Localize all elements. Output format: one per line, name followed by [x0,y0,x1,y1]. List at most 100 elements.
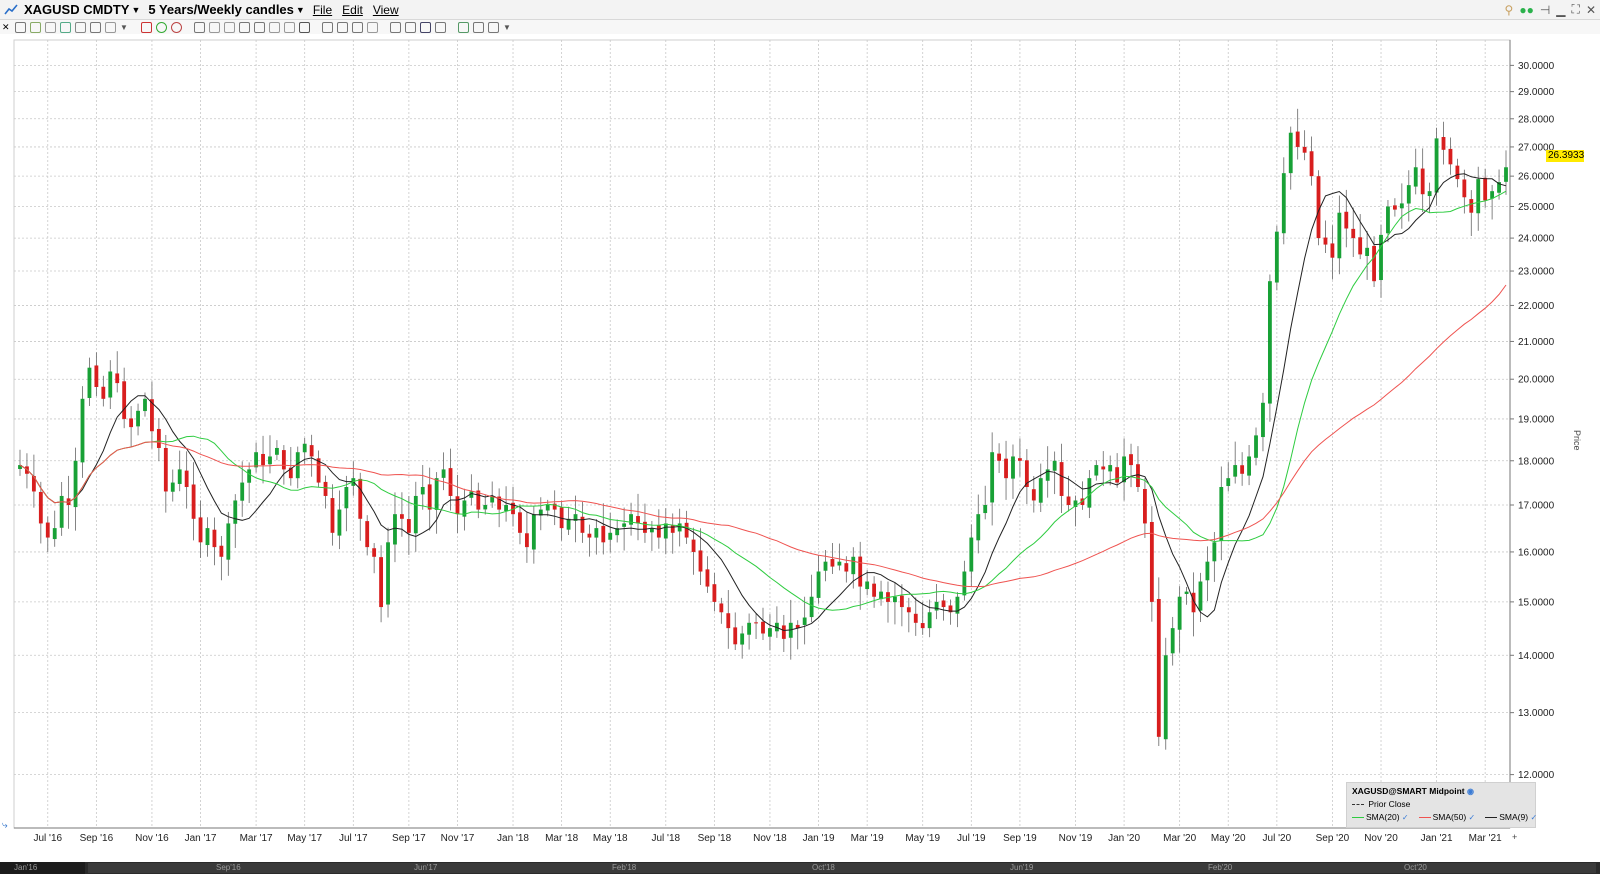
minimize-icon[interactable]: ▁ [1556,3,1565,17]
candle-body[interactable] [1018,458,1022,461]
candle-body[interactable] [170,482,175,492]
candle-body[interactable] [733,627,738,645]
candle-body[interactable] [38,491,43,524]
candle-body[interactable] [691,539,696,552]
dock-icon[interactable]: ⊣ [1540,3,1550,17]
pin-icon[interactable]: ⚲ [1505,3,1514,17]
candle-body[interactable] [330,498,335,533]
candle-body[interactable] [1170,628,1175,654]
candle-body[interactable] [108,371,113,398]
candle-body[interactable] [1247,456,1251,476]
candle-body[interactable] [302,443,307,453]
candle-body[interactable] [656,525,661,538]
dropdown-icon[interactable]: ▼ [503,23,512,32]
circle-icon[interactable] [156,21,167,33]
candle-body[interactable] [1441,137,1446,150]
candle-body[interactable] [740,633,745,645]
candle-body[interactable] [1108,465,1113,472]
candle-body[interactable] [719,603,724,613]
candle-body[interactable] [1455,165,1460,180]
candle-body[interactable] [1136,464,1140,488]
candle-body[interactable] [934,601,939,611]
candle-body[interactable] [177,469,182,484]
candle-body[interactable] [754,622,758,624]
zoom-out-icon[interactable] [352,21,363,33]
close-icon[interactable]: ✕ [2,22,11,32]
candle-body[interactable] [1094,465,1099,476]
crosshair-icon[interactable] [15,21,26,33]
candle-body[interactable] [1337,212,1342,259]
candle-body[interactable] [837,561,842,566]
candle-body[interactable] [781,625,786,639]
candle-body[interactable] [1483,177,1488,201]
candle-body[interactable] [73,460,78,508]
candle-body[interactable] [1399,203,1404,209]
candle-body[interactable] [1254,435,1258,458]
candle-body[interactable] [122,381,127,419]
symbol-dropdown-icon[interactable]: ▼ [131,5,140,15]
candle-body[interactable] [45,522,50,538]
candle-body[interactable] [913,613,918,623]
candle-body[interactable] [504,505,508,512]
candle-body[interactable] [1330,243,1335,258]
candle-body[interactable] [629,514,633,525]
candle-body[interactable] [1351,228,1356,239]
candle-body[interactable] [920,623,925,629]
zoom-in-icon[interactable] [337,21,348,33]
candle-body[interactable] [386,542,390,605]
candle-body[interactable] [1476,179,1481,214]
candle-body[interactable] [184,470,189,488]
undo-icon[interactable] [209,21,220,33]
legend-settings-icon[interactable]: ◉ [1467,787,1474,796]
candle-body[interactable] [1281,173,1286,234]
candle-body[interactable] [205,528,210,546]
candle-body[interactable] [906,607,911,613]
candle-body[interactable] [59,495,64,528]
legend-study-sma20[interactable]: SMA(20) ✓ [1352,812,1409,822]
candle-body[interactable] [400,514,404,519]
text-icon[interactable] [194,21,205,33]
candle-body[interactable] [726,613,731,629]
candle-body[interactable] [136,410,140,427]
candle-body[interactable] [1115,467,1120,483]
candle-body[interactable] [1392,205,1397,210]
candle-body[interactable] [427,484,432,510]
candle-body[interactable] [601,525,606,543]
candle-body[interactable] [1261,402,1265,438]
link-icon[interactable]: ●● [1519,3,1534,17]
candle-body[interactable] [261,453,265,466]
redo-icon[interactable] [284,21,295,33]
candle-body[interactable] [983,505,988,514]
candle-body[interactable] [1504,167,1508,182]
redo-icon[interactable] [224,21,235,33]
scrollbar-left-track[interactable] [0,862,85,874]
candle-body[interactable] [636,516,640,524]
candle-body[interactable] [518,512,522,533]
candle-body[interactable] [379,557,383,608]
settings-icon[interactable] [75,21,86,33]
axis-arrow-icon[interactable]: ⤷ [2,820,8,831]
candle-body[interactable] [254,452,259,468]
candle-body[interactable] [101,386,106,399]
candle-body[interactable] [1240,465,1245,474]
candle-body[interactable] [976,514,981,541]
candle-body[interactable] [566,518,571,530]
settings-icon[interactable] [458,21,469,33]
candle-body[interactable] [802,617,807,625]
candle-body[interactable] [1101,466,1106,470]
candle-body[interactable] [281,450,286,470]
close-icon[interactable]: ✕ [1586,3,1596,17]
grid-icon[interactable] [45,21,56,33]
candle-body[interactable] [622,523,627,527]
candle-body[interactable] [1309,151,1314,177]
refresh-icon[interactable] [473,21,484,33]
candle-body[interactable] [1267,281,1272,404]
candle-body[interactable] [156,428,161,448]
candle-body[interactable] [226,523,231,560]
check-icon[interactable]: ✓ [1469,813,1476,822]
candle-body[interactable] [337,509,342,536]
candle-body[interactable] [129,418,134,428]
candle-body[interactable] [1087,478,1092,508]
candle-body[interactable] [1212,542,1217,562]
link-icon[interactable] [488,21,499,33]
